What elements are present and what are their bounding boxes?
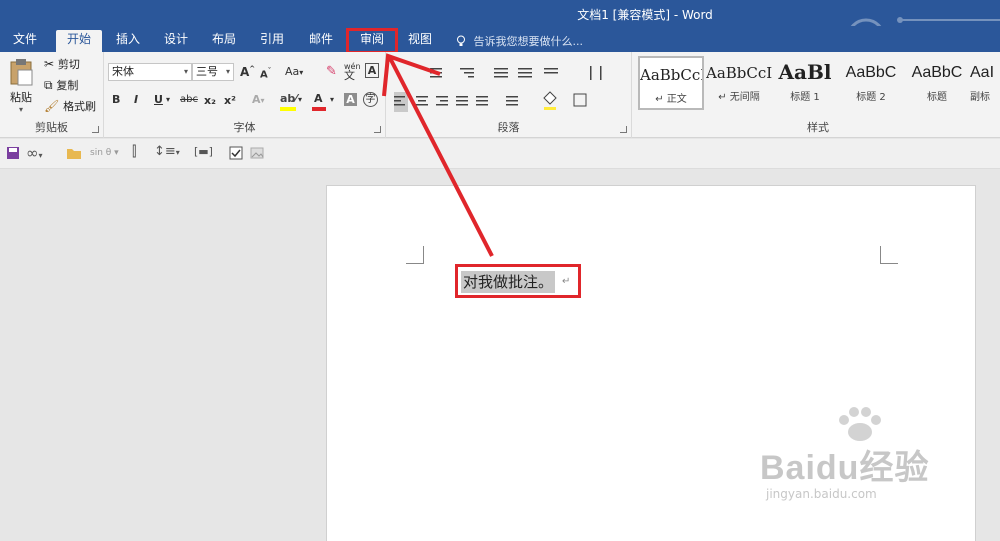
baidu-watermark: Baidu经验 jingyan.baidu.com [760, 407, 930, 501]
watermark-brand: Baidu经验 [760, 449, 930, 487]
paw-icon [839, 407, 881, 441]
watermark-url: jingyan.baidu.com [766, 487, 877, 501]
